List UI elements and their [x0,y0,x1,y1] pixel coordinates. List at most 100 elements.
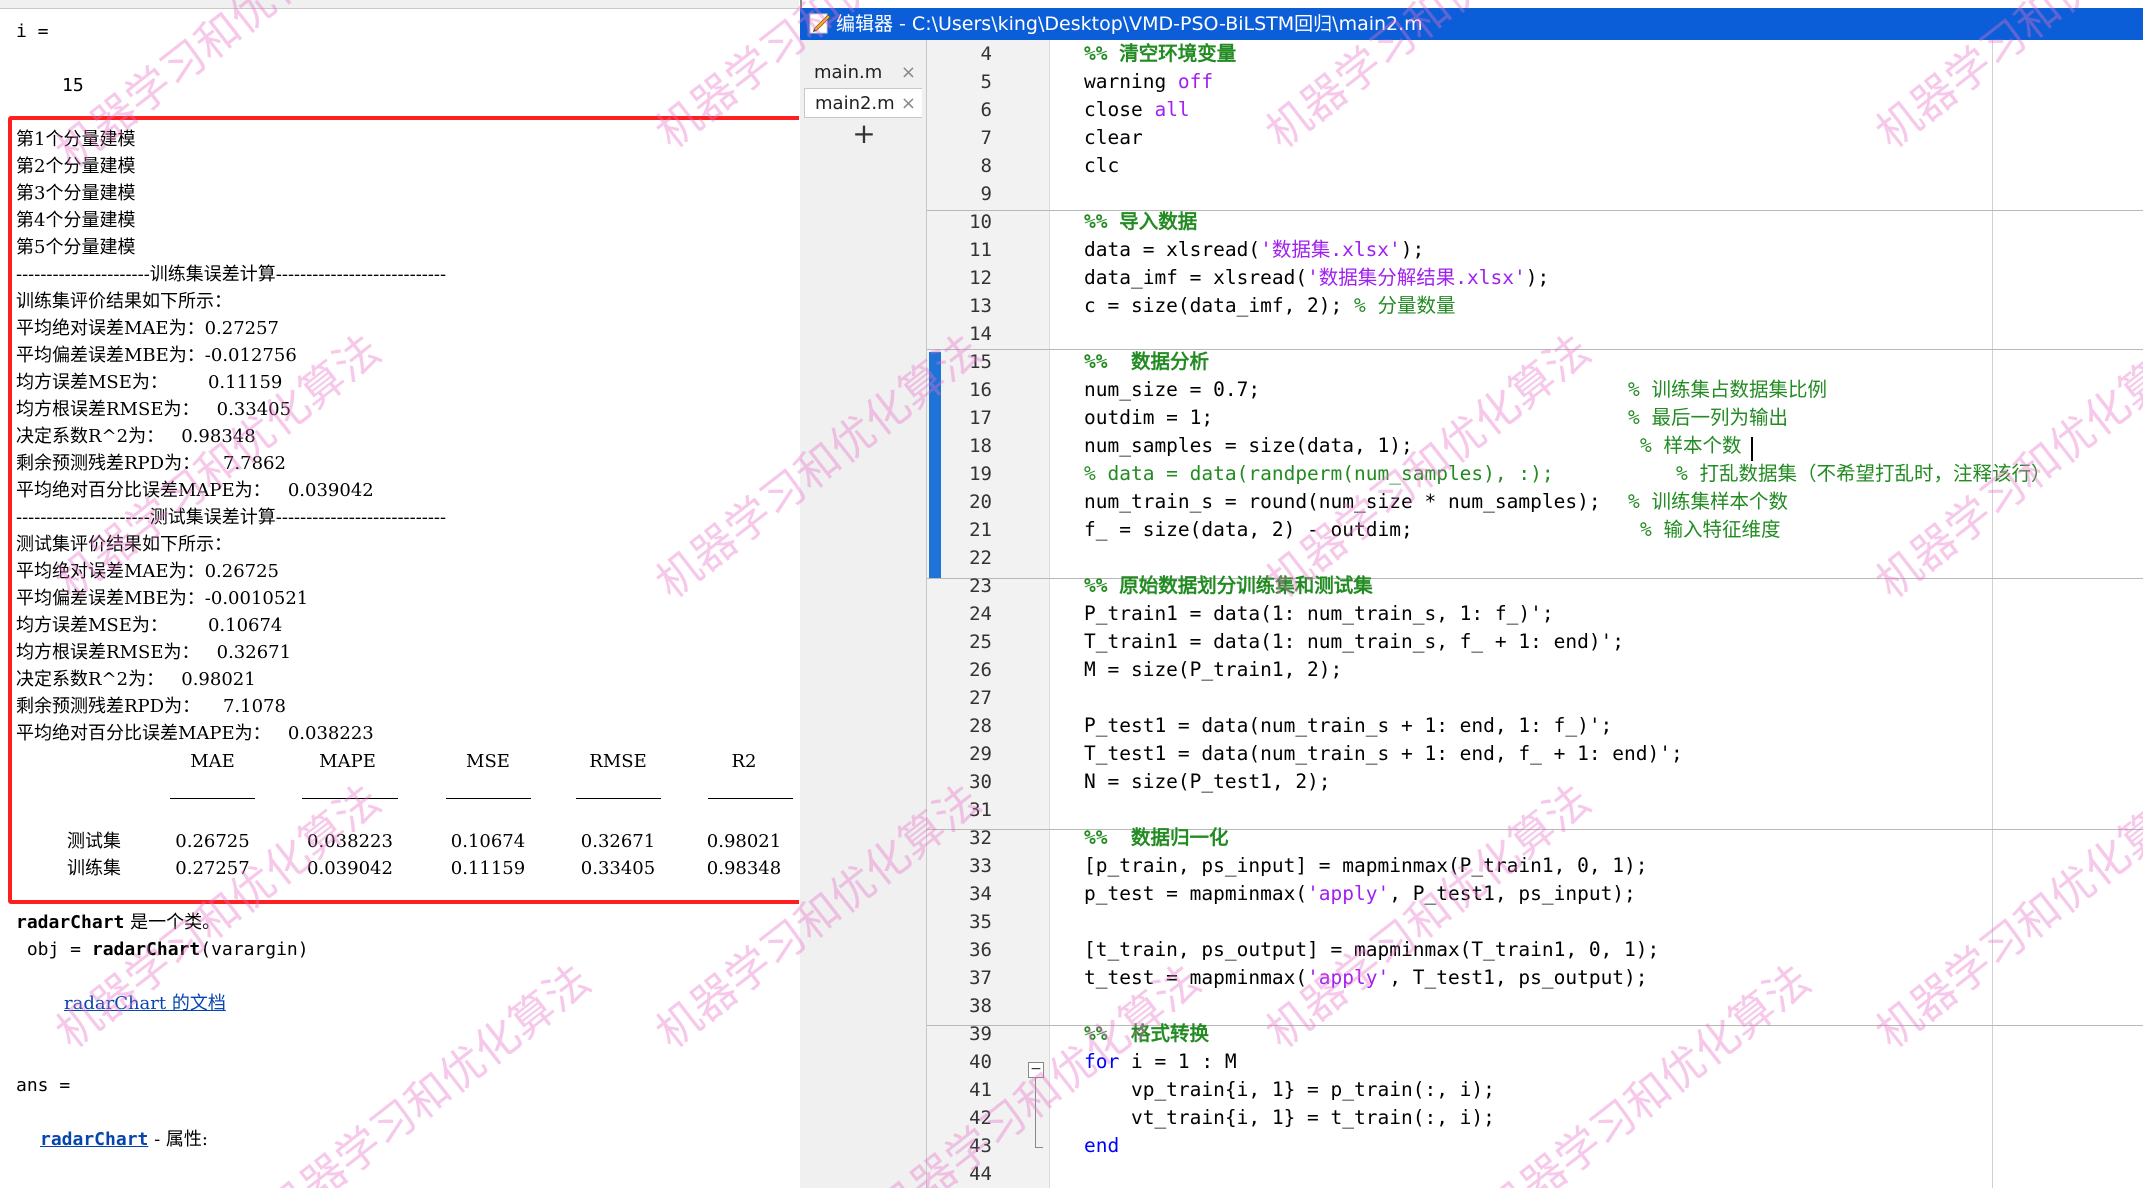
line-number: 13 [969,295,992,317]
output-line: 15 [62,75,84,96]
line-number: 9 [980,183,992,205]
line-number: 20 [969,491,992,513]
line-number: 35 [969,911,992,933]
code-line: N = size(P_test1, 2); [1084,770,1331,793]
code-line: %% 数据分析 [1084,350,1209,373]
code-line: T_test1 = data(num_train_s + 1: end, f_ … [1084,742,1683,765]
line-number: 26 [969,659,992,681]
line-number: 28 [969,715,992,737]
code-line: num_train_s = round(num_size * num_sampl… [1084,490,1601,513]
close-icon[interactable]: × [901,89,916,119]
line-number: 25 [969,631,992,653]
line-number: 42 [969,1107,992,1129]
line-number: 19 [969,463,992,485]
output-line: i = [16,21,49,42]
line-number: 43 [969,1135,992,1157]
line-number: 29 [969,743,992,765]
code-line: %% 原始数据划分训练集和测试集 [1084,574,1373,597]
class-desc: 是一个类。 [124,912,221,933]
line-number: 37 [969,967,992,989]
line-number: 32 [969,827,992,849]
line-number: 8 [980,155,992,177]
code-line: %% 格式转换 [1084,1022,1209,1045]
output-line: ans = [16,1075,71,1096]
add-tab-button[interactable]: + [850,120,878,148]
code-line: T_train1 = data(1: num_train_s, f_ + 1: … [1084,630,1625,653]
code-line: data_imf = xlsread('数据集分解结果.xlsx'); [1084,266,1550,289]
code-comment: % 样本个数 [1640,434,1742,457]
code-line: num_size = 0.7; [1084,378,1261,401]
line-number: 6 [980,99,992,121]
editor-icon [809,13,831,34]
command-window[interactable]: i = 15 第1个分量建模 第2个分量建模 第3个分量建模 第4个分量建模 第… [0,0,799,1188]
close-icon[interactable]: × [901,58,916,88]
line-number: 22 [969,547,992,569]
code-line: vp_train{i, 1} = p_train(:, i); [1084,1078,1495,1101]
code-line: warning off [1084,70,1214,93]
code-line: for i = 1 : M [1084,1050,1237,1073]
code-line: close all [1084,98,1190,121]
output-line: radarChart 是一个类。 [16,909,220,936]
editor-title: 编辑器 - C:\Users\king\Desktop\VMD-PSO-BiLS… [836,13,1423,35]
code-line: end [1084,1134,1120,1157]
code-comment: % 训练集样本个数 [1628,490,1788,513]
line-number: 11 [969,239,992,261]
code-line: clc [1084,154,1120,177]
text-caret [1751,437,1753,461]
line-number: 34 [969,883,992,905]
fold-line-end [1035,1147,1043,1148]
line-number: 16 [969,379,992,401]
line-number: 10 [969,211,992,233]
code-line: %% 数据归一化 [1084,826,1229,849]
code-line: vt_train{i, 1} = t_train(:, i); [1084,1106,1495,1129]
code-comment: % 打乱数据集（不希望打乱时，注释该行） [1676,462,2051,485]
code-line: f_ = size(data, 2) - outdim; [1084,518,1413,541]
line-number: 30 [969,771,992,793]
right-margin-line [1992,40,1993,1188]
output-line: radarChart - 属性: [40,1129,208,1150]
line-number: 33 [969,855,992,877]
line-number: 27 [969,687,992,709]
documentation-link[interactable]: radarChart 的文档 [64,990,226,1017]
output-line: obj = radarChart(varargin) [16,939,309,960]
code-comment: % 训练集占数据集比例 [1628,378,1827,401]
class-name: radarChart [16,912,125,933]
line-number: 12 [969,267,992,289]
code-line: %% 导入数据 [1084,210,1198,233]
tab-main2-m[interactable]: main2.m × [804,88,922,118]
code-line: P_train1 = data(1: num_train_s, 1: f_)'; [1084,602,1554,625]
code-comment: % 输入特征维度 [1640,518,1781,541]
code-line: P_test1 = data(num_train_s + 1: end, 1: … [1084,714,1613,737]
line-number: 36 [969,939,992,961]
line-number: 31 [969,799,992,821]
line-number: 44 [969,1163,992,1185]
code-line: data = xlsread('数据集.xlsx'); [1084,238,1425,261]
code-line: c = size(data_imf, 2); % 分量数量 [1084,294,1456,317]
command-window-toolbar [0,0,799,9]
line-number: 21 [969,519,992,541]
code-comment: % 最后一列为输出 [1628,406,1788,429]
line-number: 39 [969,1023,992,1045]
file-tab-strip: main.m × main2.m × [800,40,927,1188]
line-number: 38 [969,995,992,1017]
code-line: [p_train, ps_input] = mapminmax(P_train1… [1084,854,1648,877]
fold-toggle[interactable]: − [1028,1062,1044,1078]
line-number: 24 [969,603,992,625]
class-link[interactable]: radarChart [40,1129,148,1150]
code-line: M = size(P_train1, 2); [1084,658,1343,681]
code-line: p_test = mapminmax('apply', P_test1, ps_… [1084,882,1636,905]
line-number: 4 [980,43,992,65]
tab-main-m[interactable]: main.m × [804,58,922,88]
line-number: 40 [969,1051,992,1073]
code-line: t_test = mapminmax('apply', T_test1, ps_… [1084,966,1648,989]
line-number: 18 [969,435,992,457]
highlight-box [8,116,799,904]
code-line: num_samples = size(data, 1); [1084,434,1413,457]
line-number: 23 [969,575,992,597]
code-line: [t_train, ps_output] = mapminmax(T_train… [1084,938,1660,961]
code-line: outdim = 1; [1084,406,1214,429]
line-number: 5 [980,71,992,93]
line-number: 7 [980,127,992,149]
line-number: 14 [969,323,992,345]
code-line: %% 清空环境变量 [1084,42,1237,65]
